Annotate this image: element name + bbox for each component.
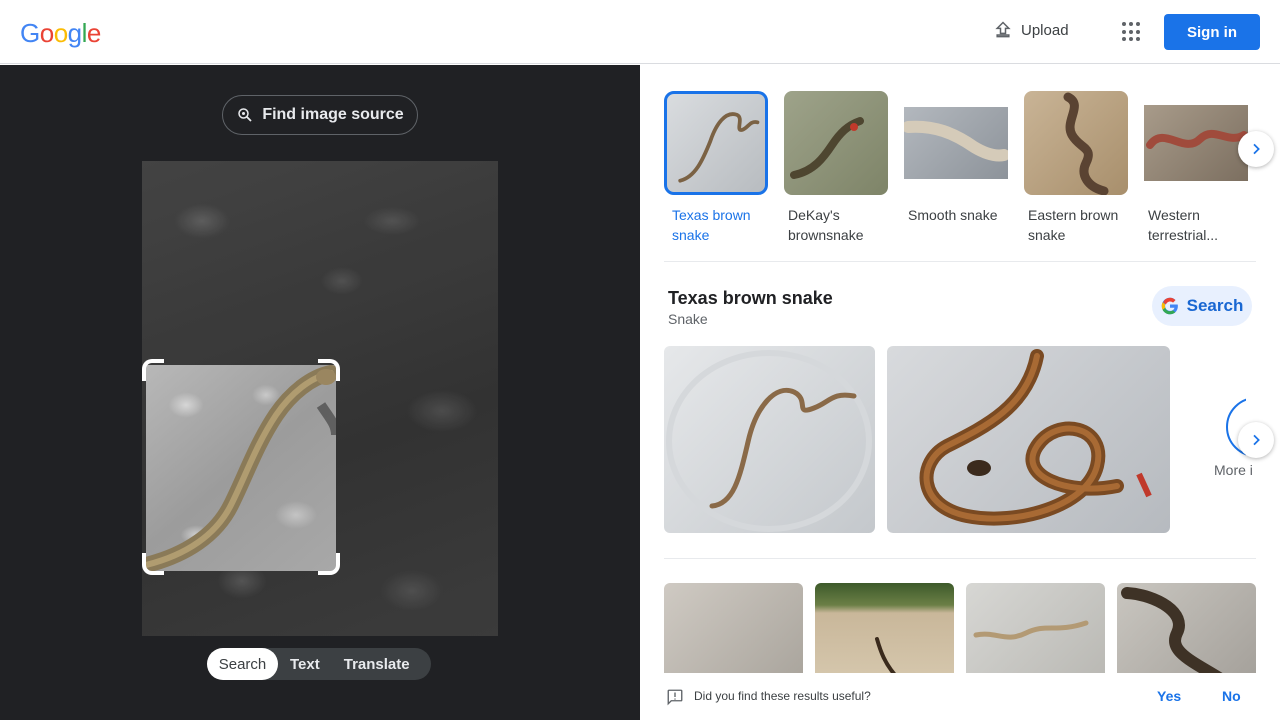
result-title[interactable]: Texas brown snake [668,288,833,309]
find-image-source-label: Find image source [262,106,404,123]
mode-translate-tab[interactable]: Translate [332,648,422,680]
crop-handle-top-left[interactable] [142,359,164,381]
suggestion-label: Eastern brown snake [1028,207,1119,243]
chevron-right-icon [1253,143,1260,155]
upload-button[interactable]: Upload [993,20,1069,40]
logo-letter-e: e [86,18,101,48]
suggestion-texas-brown-snake[interactable]: Texas brown snake [664,91,768,245]
apps-grid-icon[interactable] [1122,22,1142,42]
suggestion-thumbnail [904,91,1008,195]
suggestion-thumbnail [664,91,768,195]
logo-letter-o1: o [39,18,54,48]
crop-handle-bottom-right[interactable] [318,553,340,575]
result-subtitle: Snake [668,311,708,327]
visual-match-1[interactable] [664,583,803,683]
mode-search-tab[interactable]: Search [207,648,278,680]
visual-match-3[interactable] [966,583,1105,683]
lens-panel: Find image source Search Text Translate [0,65,640,720]
sign-in-button[interactable]: Sign in [1164,14,1260,50]
logo-letter-g: G [20,18,40,48]
suggestion-smooth-snake[interactable]: Smooth snake [904,91,1008,225]
result-image-2[interactable] [887,346,1170,533]
suggestions-next-button[interactable] [1238,131,1274,167]
suggestion-eastern-brown-snake[interactable]: Eastern brown snake [1024,91,1128,245]
suggestion-thumbnail [784,91,888,195]
find-image-source-button[interactable]: Find image source [222,95,418,135]
suggestion-western-terrestrial[interactable]: Western terrestrial... [1144,91,1248,245]
more-images-link[interactable]: More i [1214,462,1253,478]
suggestion-dekays-brownsnake[interactable]: DeKay's brownsnake [784,91,888,245]
result-image-1[interactable] [664,346,875,533]
divider [664,261,1256,262]
google-logo[interactable]: Google [20,18,101,49]
logo-letter-o2: o [53,18,68,48]
upload-icon [995,21,1011,38]
suggestion-thumbnail [1024,91,1128,195]
upload-label: Upload [1021,21,1069,39]
divider [664,558,1256,559]
lens-mode-switcher: Search Text Translate [207,648,431,680]
suggestion-chips: Texas brown snake DeKay's brownsnake Smo… [664,91,1256,251]
logo-letter-g2: g [67,18,82,48]
google-search-label: Search [1186,296,1244,315]
results-next-button[interactable] [1238,422,1274,458]
google-g-icon [1161,297,1178,315]
visual-match-4[interactable] [1117,583,1256,683]
lens-search-icon [238,108,252,122]
suggestion-label: Texas brown snake [672,207,751,243]
uploaded-image [142,161,498,636]
suggestion-thumbnail [1144,91,1248,195]
suggestion-label: Smooth snake [908,207,998,223]
crop-selection[interactable] [146,365,336,571]
google-search-button[interactable]: Search [1152,286,1252,326]
feedback-yes-button[interactable]: Yes [1157,688,1181,704]
mode-text-tab[interactable]: Text [278,648,332,680]
crop-handle-top-right[interactable] [318,359,340,381]
top-bar: Google Upload Sign in [0,0,1280,64]
suggestion-label: DeKay's brownsnake [788,207,864,243]
snake-photo [146,365,336,571]
feedback-question: Did you find these results useful? [694,689,871,703]
visual-match-2[interactable] [815,583,954,683]
suggestion-label: Western terrestrial... [1148,207,1219,243]
results-panel: Texas brown snake DeKay's brownsnake Smo… [640,65,1280,720]
feedback-no-button[interactable]: No [1222,688,1241,704]
crop-handle-bottom-left[interactable] [142,553,164,575]
feedback-icon [667,689,683,706]
feedback-bar: Did you find these results useful? Yes N… [640,673,1280,720]
chevron-right-icon [1253,434,1260,446]
